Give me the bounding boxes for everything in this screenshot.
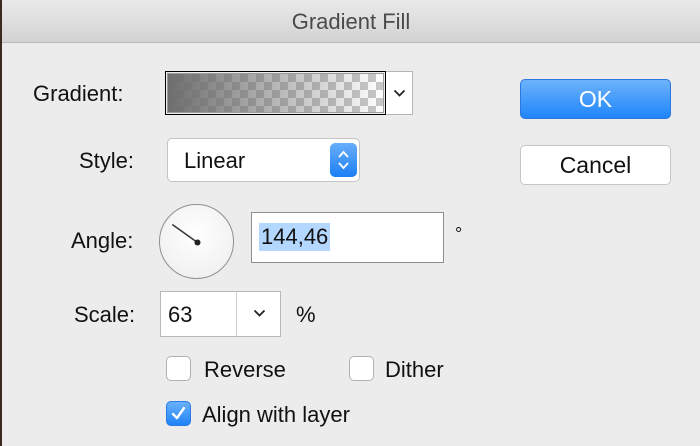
scale-label: Scale: bbox=[74, 302, 136, 327]
combo-divider bbox=[236, 292, 237, 336]
cancel-button[interactable]: Cancel bbox=[520, 145, 671, 185]
style-value: Linear bbox=[184, 148, 246, 173]
align-with-layer-checkbox[interactable] bbox=[166, 401, 191, 426]
gradient-label: Gradient: bbox=[33, 81, 124, 106]
title-bar: Gradient Fill bbox=[2, 0, 700, 43]
scale-combo[interactable]: 63 bbox=[160, 291, 281, 337]
percent-unit: % bbox=[296, 302, 316, 327]
reverse-checkbox[interactable] bbox=[166, 356, 191, 381]
style-label: Style: bbox=[79, 148, 135, 173]
dial-center bbox=[194, 239, 201, 246]
align-with-layer-label[interactable]: Align with layer bbox=[202, 402, 350, 428]
degree-unit: ° bbox=[455, 224, 463, 244]
chevron-down-icon[interactable] bbox=[253, 309, 266, 318]
angle-label: Angle: bbox=[71, 228, 134, 253]
style-stepper[interactable] bbox=[330, 143, 357, 177]
up-down-stepper-icon bbox=[338, 150, 349, 170]
gradient-swatch[interactable] bbox=[165, 71, 386, 115]
ok-button[interactable]: OK bbox=[520, 79, 671, 119]
angle-value: 144,46 bbox=[259, 223, 331, 251]
chevron-down-icon bbox=[393, 89, 406, 97]
dither-label[interactable]: Dither bbox=[385, 357, 444, 383]
scale-value: 63 bbox=[168, 302, 193, 327]
gradient-dropdown-button[interactable] bbox=[386, 71, 413, 115]
gradient-preview bbox=[167, 73, 384, 113]
angle-input[interactable]: 144,46 bbox=[251, 212, 444, 263]
window-edge bbox=[0, 0, 2, 446]
dialog-title: Gradient Fill bbox=[291, 9, 411, 34]
angle-needle bbox=[171, 223, 198, 244]
reverse-label[interactable]: Reverse bbox=[204, 357, 286, 383]
dither-checkbox[interactable] bbox=[349, 356, 374, 381]
angle-dial[interactable] bbox=[159, 204, 234, 279]
style-select[interactable]: Linear bbox=[167, 138, 360, 182]
checkmark-icon bbox=[171, 406, 186, 420]
